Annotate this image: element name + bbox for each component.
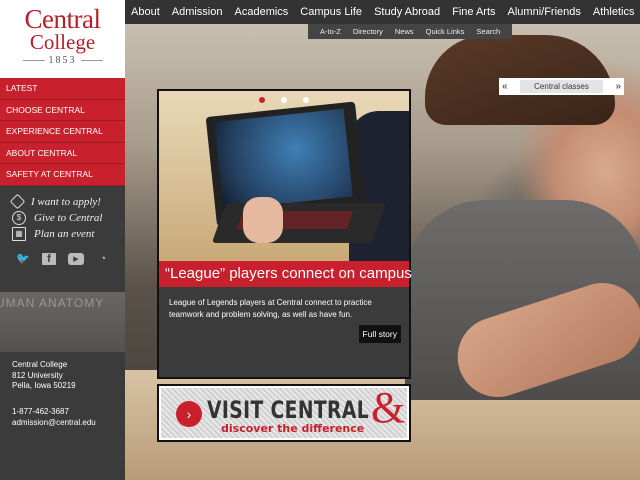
photo-hand xyxy=(243,197,283,243)
subnav-news[interactable]: News xyxy=(389,27,420,36)
carousel-headline[interactable]: “League” players connect on campus xyxy=(159,261,412,287)
address-city: Pella, Iowa 50219 xyxy=(12,381,76,390)
chevron-right-icon: › xyxy=(176,401,202,427)
twitter-icon[interactable]: 🐦 xyxy=(16,253,30,265)
carousel-description: League of Legends players at Central con… xyxy=(169,298,372,319)
top-navigation: About Admission Academics Campus Life St… xyxy=(125,0,640,24)
college-contact: 1-877-462-3687 admission@central.edu xyxy=(12,407,96,428)
quick-link-label: Plan an event xyxy=(34,227,95,240)
subnav-a-to-z[interactable]: A-to-Z xyxy=(314,27,347,36)
utility-navigation: A-to-Z Directory News Quick Links Search xyxy=(308,24,513,39)
social-links: 🐦 f ▶ ◔ xyxy=(0,242,125,265)
sidebar-item-choose-central[interactable]: CHOOSE CENTRAL xyxy=(0,99,125,121)
address-name: Central College xyxy=(12,360,68,369)
nav-campus-life[interactable]: Campus Life xyxy=(294,6,368,18)
logo-line-2: College xyxy=(29,30,96,54)
carousel-dot-3[interactable] xyxy=(303,97,309,103)
contact-phone[interactable]: 1-877-462-3687 xyxy=(12,407,96,418)
sidebar-item-experience-central[interactable]: EXPERIENCE CENTRAL xyxy=(0,121,125,143)
logo-year: 1853 xyxy=(0,55,125,66)
ampersand-graphic: & xyxy=(371,383,406,432)
carousel-dot-2[interactable] xyxy=(281,97,287,103)
photo-keyboard xyxy=(211,203,387,243)
facebook-icon[interactable]: f xyxy=(42,252,56,265)
previous-photo-button[interactable]: « xyxy=(502,81,508,92)
rss-icon[interactable]: ◔ xyxy=(96,253,110,265)
news-carousel: “League” players connect on campus Leagu… xyxy=(157,89,412,379)
sidebar: Central College 1853 LATEST CHOOSE CENTR… xyxy=(0,0,125,480)
nav-about[interactable]: About xyxy=(125,6,166,18)
carousel-dot-1[interactable] xyxy=(259,97,265,103)
dollar-icon: $ xyxy=(12,210,26,225)
nav-admission[interactable]: Admission xyxy=(166,6,229,18)
visit-banner-subtitle: discover the difference xyxy=(221,422,365,435)
subnav-quick-links[interactable]: Quick Links xyxy=(420,27,471,36)
photo-caption-tag: « Central classes » xyxy=(499,78,624,95)
visit-banner-background: › VISIT CENTRAL discover the difference … xyxy=(161,383,407,438)
nav-athletics[interactable]: Athletics xyxy=(587,6,640,18)
contact-email[interactable]: admission@central.edu xyxy=(12,418,96,429)
calendar-icon: ▦ xyxy=(12,226,26,241)
sidebar-item-safety-at-central[interactable]: SAFETY AT CENTRAL xyxy=(0,164,125,186)
photo-caption[interactable]: Central classes xyxy=(520,80,603,93)
photo-game-screen xyxy=(214,108,353,210)
subnav-search[interactable]: Search xyxy=(470,27,506,36)
nav-alumni-friends[interactable]: Alumni/Friends xyxy=(502,6,587,18)
sidebar-menu: LATEST CHOOSE CENTRAL EXPERIENCE CENTRAL… xyxy=(0,78,125,186)
subnav-directory[interactable]: Directory xyxy=(347,27,389,36)
visit-central-banner[interactable]: › VISIT CENTRAL discover the difference … xyxy=(157,383,411,442)
carousel-photo[interactable] xyxy=(159,91,409,261)
full-story-button[interactable]: Full story xyxy=(358,325,401,343)
nav-fine-arts[interactable]: Fine Arts xyxy=(446,6,501,18)
sidebar-item-latest[interactable]: LATEST xyxy=(0,78,125,100)
visit-banner-title: VISIT CENTRAL xyxy=(207,396,370,424)
nav-academics[interactable]: Academics xyxy=(229,6,295,18)
address-street: 812 University xyxy=(12,370,63,380)
apply-icon xyxy=(9,193,26,210)
nav-study-abroad[interactable]: Study Abroad xyxy=(368,6,446,18)
background-sign: UMAN ANATOMY xyxy=(0,292,125,352)
next-photo-button[interactable]: » xyxy=(615,81,621,92)
quick-link-label: I want to apply! xyxy=(31,195,101,208)
quick-link-label: Give to Central xyxy=(34,211,103,224)
quick-link-give[interactable]: $ Give to Central xyxy=(12,210,125,226)
youtube-icon[interactable]: ▶ xyxy=(68,252,84,265)
quick-link-plan-event[interactable]: ▦ Plan an event xyxy=(12,226,125,242)
logo-line-1: Central xyxy=(24,4,101,34)
college-logo[interactable]: Central College 1853 xyxy=(0,0,125,78)
quick-link-apply[interactable]: I want to apply! xyxy=(9,193,125,210)
college-address: Central College 812 University Pella, Io… xyxy=(12,360,76,392)
carousel-dots xyxy=(159,97,409,103)
quick-links: I want to apply! $ Give to Central ▦ Pla… xyxy=(0,186,125,242)
sidebar-item-about-central[interactable]: ABOUT CENTRAL xyxy=(0,142,125,164)
